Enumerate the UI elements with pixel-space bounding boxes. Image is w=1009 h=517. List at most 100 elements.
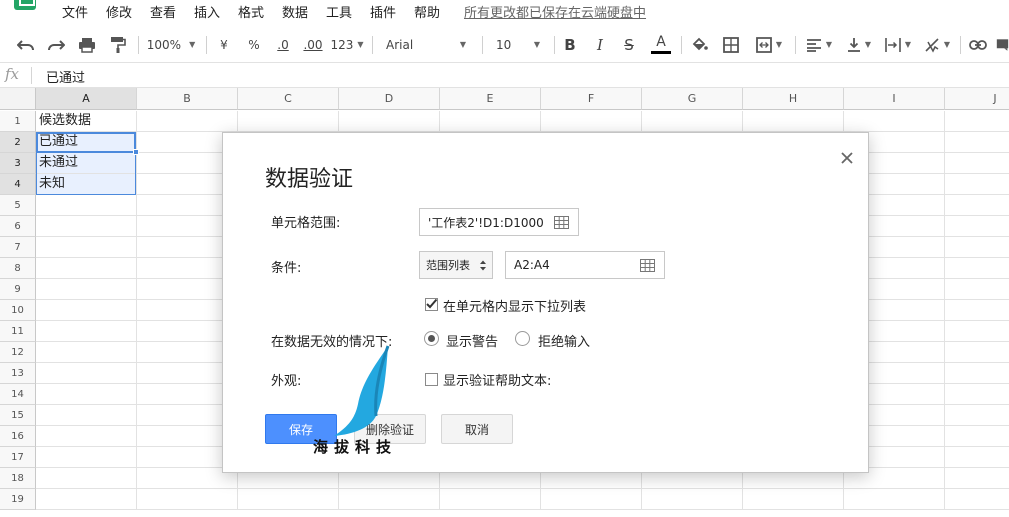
menu-insert[interactable]: 插入: [194, 2, 220, 21]
cell-j9[interactable]: [945, 279, 1009, 300]
cell-f19[interactable]: [541, 489, 642, 510]
cell-a6[interactable]: [36, 216, 137, 237]
cell-j6[interactable]: [945, 216, 1009, 237]
select-all-corner[interactable]: [0, 88, 36, 110]
cell-h19[interactable]: [743, 489, 844, 510]
cell-e19[interactable]: [440, 489, 541, 510]
cell-a5[interactable]: [36, 195, 137, 216]
show-dropdown-checkbox[interactable]: [425, 298, 438, 311]
menu-file[interactable]: 文件: [62, 2, 88, 21]
cell-a14[interactable]: [36, 384, 137, 405]
formula-input[interactable]: 已通过: [46, 67, 85, 86]
cell-a16[interactable]: [36, 426, 137, 447]
cell-j14[interactable]: [945, 384, 1009, 405]
cell-j11[interactable]: [945, 321, 1009, 342]
insert-comment-button[interactable]: [996, 28, 1009, 61]
cell-i1[interactable]: [844, 111, 945, 132]
cell-d1[interactable]: [339, 111, 440, 132]
cell-j5[interactable]: [945, 195, 1009, 216]
cancel-button[interactable]: 取消: [441, 414, 513, 444]
text-wrap-button[interactable]: ▼: [882, 28, 914, 61]
cell-c19[interactable]: [238, 489, 339, 510]
cell-j2[interactable]: [945, 132, 1009, 153]
font-family-select[interactable]: Arial ▼: [380, 28, 472, 61]
fill-handle[interactable]: [133, 149, 139, 155]
menu-edit[interactable]: 修改: [106, 2, 132, 21]
cell-a10[interactable]: [36, 300, 137, 321]
font-size-select[interactable]: 10 ▼: [490, 28, 546, 61]
cell-a18[interactable]: [36, 468, 137, 489]
increase-decimals-button[interactable]: .00: [301, 28, 325, 61]
text-rotation-button[interactable]: ▼: [920, 28, 954, 61]
sheets-logo-icon[interactable]: [14, 0, 36, 10]
row-header-5[interactable]: 5: [0, 195, 36, 216]
column-header-j[interactable]: J: [945, 88, 1009, 110]
menu-format[interactable]: 格式: [238, 2, 264, 21]
row-header-3[interactable]: 3: [0, 153, 36, 174]
help-text-checkbox[interactable]: [425, 373, 438, 386]
cell-a1[interactable]: 候选数据: [36, 111, 137, 132]
column-header-b[interactable]: B: [137, 88, 238, 110]
zoom-select[interactable]: 100% ▼: [146, 28, 196, 61]
row-header-16[interactable]: 16: [0, 426, 36, 447]
cell-a12[interactable]: [36, 342, 137, 363]
insert-link-button[interactable]: [967, 28, 989, 61]
currency-format-button[interactable]: ¥: [214, 28, 234, 61]
decrease-decimals-button[interactable]: .0: [272, 28, 294, 61]
cell-d19[interactable]: [339, 489, 440, 510]
column-header-e[interactable]: E: [440, 88, 541, 110]
column-header-d[interactable]: D: [339, 88, 440, 110]
row-header-15[interactable]: 15: [0, 405, 36, 426]
menu-view[interactable]: 查看: [150, 2, 176, 21]
percent-format-button[interactable]: %: [244, 28, 264, 61]
column-header-g[interactable]: G: [642, 88, 743, 110]
row-header-18[interactable]: 18: [0, 468, 36, 489]
cell-j7[interactable]: [945, 237, 1009, 258]
cell-j15[interactable]: [945, 405, 1009, 426]
vertical-align-button[interactable]: ▼: [842, 28, 876, 61]
cell-a3[interactable]: 未通过: [36, 153, 137, 174]
cell-j12[interactable]: [945, 342, 1009, 363]
row-header-12[interactable]: 12: [0, 342, 36, 363]
redo-button[interactable]: [44, 28, 68, 61]
cell-j16[interactable]: [945, 426, 1009, 447]
cell-range-input[interactable]: '工作表2'!D1:D1000: [419, 208, 579, 236]
cell-j4[interactable]: [945, 174, 1009, 195]
horizontal-align-button[interactable]: ▼: [802, 28, 836, 61]
italic-button[interactable]: I: [591, 28, 609, 61]
cell-a13[interactable]: [36, 363, 137, 384]
cell-g19[interactable]: [642, 489, 743, 510]
cell-j19[interactable]: [945, 489, 1009, 510]
criteria-type-select[interactable]: 范围列表: [419, 251, 493, 279]
undo-button[interactable]: [14, 28, 38, 61]
print-button[interactable]: [75, 28, 99, 61]
paint-format-button[interactable]: [106, 28, 130, 61]
bold-button[interactable]: B: [561, 28, 579, 61]
menu-tools[interactable]: 工具: [326, 2, 352, 21]
show-warning-radio[interactable]: [424, 331, 439, 346]
menu-addons[interactable]: 插件: [370, 2, 396, 21]
row-header-2[interactable]: 2: [0, 132, 36, 153]
cell-b19[interactable]: [137, 489, 238, 510]
cell-h1[interactable]: [743, 111, 844, 132]
row-header-17[interactable]: 17: [0, 447, 36, 468]
row-header-9[interactable]: 9: [0, 279, 36, 300]
row-header-13[interactable]: 13: [0, 363, 36, 384]
cell-j18[interactable]: [945, 468, 1009, 489]
select-range-icon[interactable]: [554, 216, 569, 229]
menu-data[interactable]: 数据: [282, 2, 308, 21]
cell-a7[interactable]: [36, 237, 137, 258]
row-header-8[interactable]: 8: [0, 258, 36, 279]
text-color-button[interactable]: A: [650, 28, 672, 61]
cell-a15[interactable]: [36, 405, 137, 426]
cell-j3[interactable]: [945, 153, 1009, 174]
row-header-14[interactable]: 14: [0, 384, 36, 405]
row-header-11[interactable]: 11: [0, 321, 36, 342]
fill-color-button[interactable]: [689, 28, 711, 61]
cell-c1[interactable]: [238, 111, 339, 132]
criteria-range-input[interactable]: A2:A4: [505, 251, 665, 279]
cell-j17[interactable]: [945, 447, 1009, 468]
strikethrough-button[interactable]: S: [620, 28, 638, 61]
column-header-c[interactable]: C: [238, 88, 339, 110]
column-header-i[interactable]: I: [844, 88, 945, 110]
